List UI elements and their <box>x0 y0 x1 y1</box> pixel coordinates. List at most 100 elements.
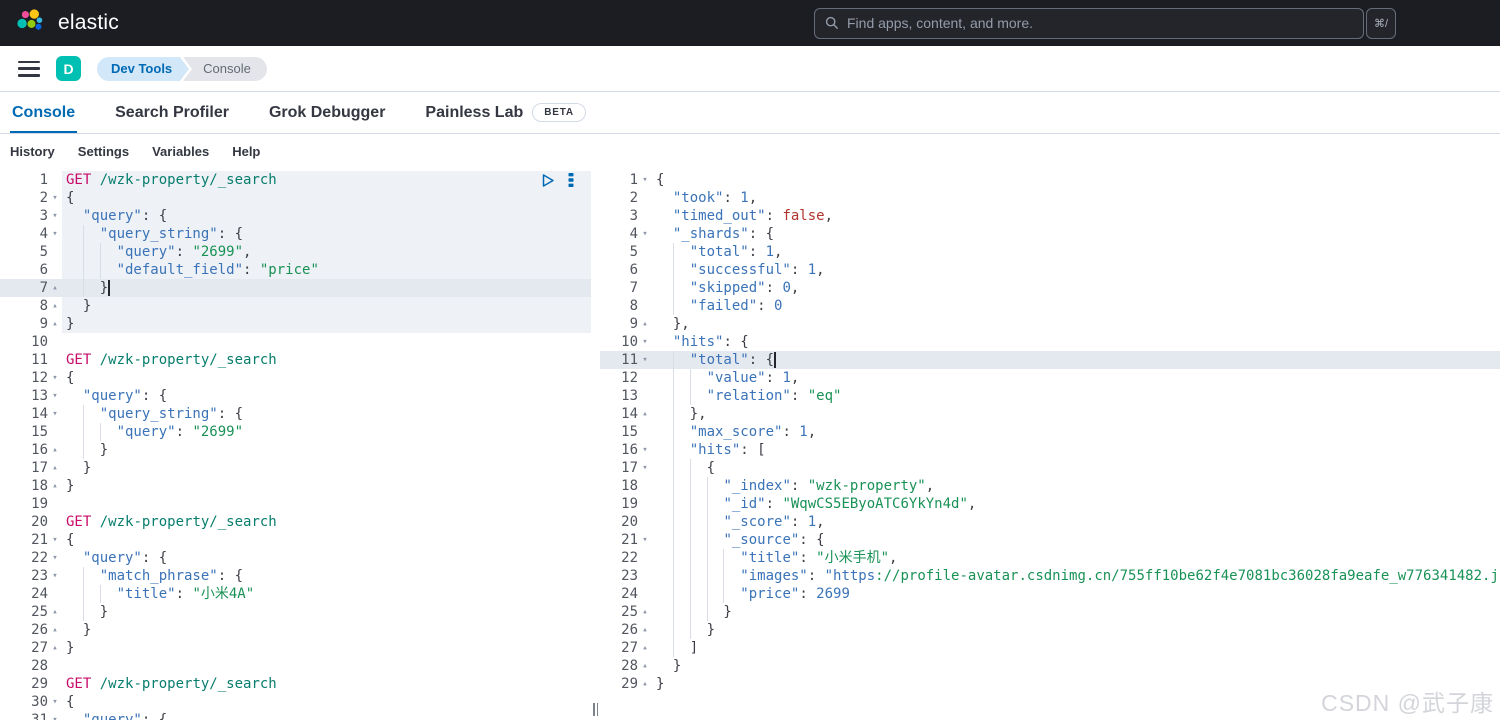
fold-toggle-icon[interactable]: ▾ <box>48 369 62 387</box>
fold-toggle-icon[interactable]: ▾ <box>48 567 62 585</box>
code-line[interactable]: 29▴} <box>600 675 1500 693</box>
code-text[interactable]: "hits": [ <box>652 441 1500 459</box>
fold-toggle-icon[interactable]: ▴ <box>48 315 62 333</box>
code-line[interactable]: 17▾ { <box>600 459 1500 477</box>
code-line[interactable]: 2▾{ <box>0 189 591 207</box>
code-text[interactable]: ] <box>652 639 1500 657</box>
menu-icon[interactable] <box>18 61 40 77</box>
code-text[interactable]: } <box>652 621 1500 639</box>
breadcrumb-dev-tools[interactable]: Dev Tools <box>97 57 180 81</box>
code-line[interactable]: 9▴ }, <box>600 315 1500 333</box>
code-text[interactable]: } <box>62 621 591 639</box>
code-line[interactable]: 12 "value": 1, <box>600 369 1500 387</box>
fold-toggle-icon[interactable]: ▾ <box>48 711 62 720</box>
code-line[interactable]: 26▴ } <box>0 621 591 639</box>
code-text[interactable]: GET /wzk-property/_search <box>62 675 591 693</box>
code-text[interactable]: "skipped": 0, <box>652 279 1500 297</box>
code-line[interactable]: 15 "max_score": 1, <box>600 423 1500 441</box>
code-text[interactable]: { <box>62 369 591 387</box>
fold-toggle-icon[interactable]: ▾ <box>48 387 62 405</box>
code-line[interactable]: 4▾ "query_string": { <box>0 225 591 243</box>
code-text[interactable]: "value": 1, <box>652 369 1500 387</box>
code-line[interactable]: 8▴ } <box>0 297 591 315</box>
global-search-input[interactable] <box>847 15 1353 31</box>
fold-toggle-icon[interactable]: ▾ <box>48 225 62 243</box>
code-text[interactable]: GET /wzk-property/_search <box>62 351 591 369</box>
code-line[interactable]: 28▴ } <box>600 657 1500 675</box>
code-line[interactable]: 14▾ "query_string": { <box>0 405 591 423</box>
code-text[interactable]: "images": "https://profile-avatar.csdnim… <box>652 567 1500 585</box>
code-line[interactable]: 10▾ "hits": { <box>600 333 1500 351</box>
fold-toggle-icon[interactable]: ▴ <box>48 297 62 315</box>
code-text[interactable]: "query_string": { <box>62 405 591 423</box>
code-line[interactable]: 22▾ "query": { <box>0 549 591 567</box>
code-line[interactable]: 15 "query": "2699" <box>0 423 591 441</box>
code-text[interactable]: "total": 1, <box>652 243 1500 261</box>
code-line[interactable]: 7 "skipped": 0, <box>600 279 1500 297</box>
fold-toggle-icon[interactable]: ▾ <box>48 531 62 549</box>
code-line[interactable]: 13▾ "query": { <box>0 387 591 405</box>
fold-toggle-icon[interactable]: ▴ <box>638 621 652 639</box>
code-text[interactable]: { <box>62 189 591 207</box>
code-text[interactable]: } <box>62 441 591 459</box>
code-text[interactable]: } <box>62 315 591 333</box>
code-line[interactable]: 16▾ "hits": [ <box>600 441 1500 459</box>
code-line[interactable]: 20 "_score": 1, <box>600 513 1500 531</box>
fold-toggle-icon[interactable]: ▴ <box>48 459 62 477</box>
fold-toggle-icon[interactable]: ▴ <box>48 639 62 657</box>
code-text[interactable] <box>62 333 591 351</box>
fold-toggle-icon[interactable]: ▾ <box>48 693 62 711</box>
code-text[interactable]: "_index": "wzk-property", <box>652 477 1500 495</box>
code-line[interactable]: 25▴ } <box>600 603 1500 621</box>
code-text[interactable]: GET /wzk-property/_search <box>62 171 591 189</box>
fold-toggle-icon[interactable]: ▴ <box>638 315 652 333</box>
code-text[interactable]: "query": { <box>62 387 591 405</box>
fold-toggle-icon[interactable]: ▴ <box>48 603 62 621</box>
code-text[interactable]: "_source": { <box>652 531 1500 549</box>
code-text[interactable]: "query": "2699", <box>62 243 591 261</box>
code-line[interactable]: 23 "images": "https://profile-avatar.csd… <box>600 567 1500 585</box>
code-line[interactable]: 6 "default_field": "price" <box>0 261 591 279</box>
code-line[interactable]: 11▾ "total": { <box>600 351 1500 369</box>
fold-toggle-icon[interactable]: ▾ <box>48 207 62 225</box>
code-text[interactable]: "_score": 1, <box>652 513 1500 531</box>
request-editor[interactable]: 1GET /wzk-property/_search2▾{3▾ "query":… <box>0 168 591 720</box>
send-request-button[interactable] <box>541 172 555 188</box>
code-line[interactable]: 27▴ ] <box>600 639 1500 657</box>
code-line[interactable]: 23▾ "match_phrase": { <box>0 567 591 585</box>
fold-toggle-icon[interactable]: ▴ <box>638 657 652 675</box>
code-text[interactable]: "_id": "WqwCS5EByoATC6YkYn4d", <box>652 495 1500 513</box>
code-text[interactable]: } <box>62 639 591 657</box>
code-text[interactable]: } <box>62 603 591 621</box>
code-text[interactable]: "hits": { <box>652 333 1500 351</box>
fold-toggle-icon[interactable]: ▾ <box>638 171 652 189</box>
code-line[interactable]: 19 <box>0 495 591 513</box>
code-line[interactable]: 25▴ } <box>0 603 591 621</box>
code-line[interactable]: 24 "title": "小米4A" <box>0 585 591 603</box>
code-text[interactable]: "query": { <box>62 549 591 567</box>
code-text[interactable]: } <box>62 279 591 297</box>
code-text[interactable]: } <box>62 297 591 315</box>
space-avatar[interactable]: D <box>56 56 81 81</box>
code-text[interactable]: } <box>62 477 591 495</box>
code-text[interactable]: "took": 1, <box>652 189 1500 207</box>
fold-toggle-icon[interactable]: ▴ <box>48 279 62 297</box>
code-text[interactable]: "default_field": "price" <box>62 261 591 279</box>
fold-toggle-icon[interactable]: ▴ <box>48 441 62 459</box>
fold-toggle-icon[interactable]: ▾ <box>638 441 652 459</box>
code-line[interactable]: 5 "total": 1, <box>600 243 1500 261</box>
code-text[interactable]: "failed": 0 <box>652 297 1500 315</box>
code-line[interactable]: 5 "query": "2699", <box>0 243 591 261</box>
code-text[interactable]: "total": { <box>652 351 1500 369</box>
code-line[interactable]: 12▾{ <box>0 369 591 387</box>
code-text[interactable]: } <box>62 459 591 477</box>
code-text[interactable]: } <box>652 675 1500 693</box>
fold-toggle-icon[interactable]: ▴ <box>48 477 62 495</box>
panel-resize-handle[interactable] <box>591 703 600 716</box>
global-search-box[interactable] <box>814 8 1364 39</box>
code-text[interactable]: "successful": 1, <box>652 261 1500 279</box>
fold-toggle-icon[interactable]: ▾ <box>48 549 62 567</box>
code-line[interactable]: 20GET /wzk-property/_search <box>0 513 591 531</box>
code-line[interactable]: 21▾ "_source": { <box>600 531 1500 549</box>
fold-toggle-icon[interactable]: ▾ <box>638 531 652 549</box>
